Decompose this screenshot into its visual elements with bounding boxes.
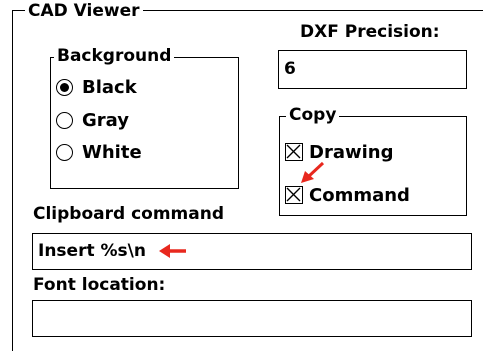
clipboard-command-value: Insert %s\n bbox=[38, 241, 146, 261]
checkbox-checked-icon bbox=[285, 186, 303, 204]
clipboard-command-label: Clipboard command bbox=[33, 204, 225, 224]
copy-command-checkbox[interactable]: Command bbox=[285, 183, 410, 207]
background-group-title: Background bbox=[54, 45, 175, 67]
background-option-white[interactable]: White bbox=[56, 140, 142, 164]
background-option-label: Gray bbox=[82, 109, 129, 131]
cad-viewer-group-title: CAD Viewer bbox=[25, 0, 143, 22]
background-option-label: Black bbox=[82, 76, 137, 98]
red-arrow-icon bbox=[158, 244, 186, 258]
clipboard-command-input[interactable]: Insert %s\n bbox=[32, 233, 472, 270]
font-location-label: Font location: bbox=[33, 275, 166, 295]
radio-unselected-icon bbox=[56, 143, 73, 161]
background-option-black[interactable]: Black bbox=[56, 75, 137, 99]
copy-command-label: Command bbox=[309, 184, 410, 206]
background-option-label: White bbox=[82, 141, 142, 163]
dxf-precision-input[interactable]: 6 bbox=[278, 50, 467, 89]
dxf-precision-label: DXF Precision: bbox=[300, 22, 440, 42]
red-arrow-icon bbox=[301, 161, 325, 183]
copy-group-title: Copy bbox=[286, 104, 340, 126]
radio-selected-icon bbox=[56, 78, 73, 96]
font-location-input[interactable] bbox=[32, 300, 472, 337]
radio-unselected-icon bbox=[56, 111, 73, 129]
checkbox-checked-icon bbox=[285, 143, 303, 161]
background-option-gray[interactable]: Gray bbox=[56, 108, 129, 132]
